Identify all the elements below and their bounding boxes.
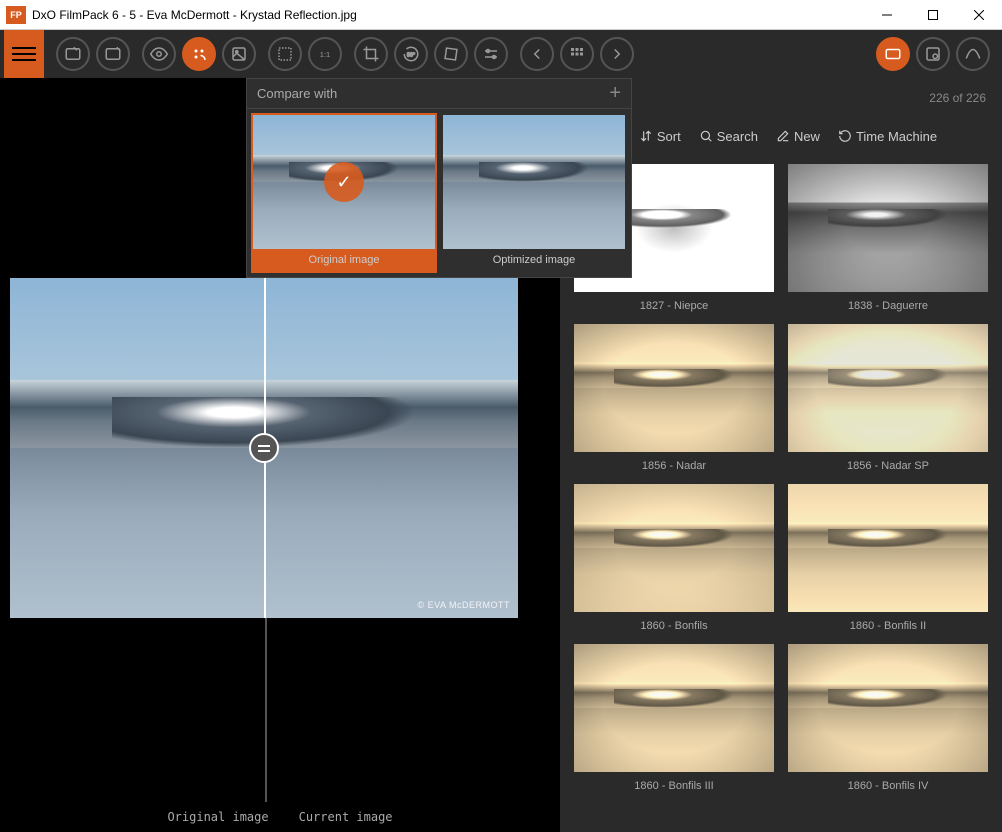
preset-label: 1860 - Bonfils <box>574 620 774 632</box>
window-title: DxO FilmPack 6 - 5 - Eva McDermott - Kry… <box>32 8 864 22</box>
presets-grid: 1827 - Niepce 1838 - Daguerre 1856 - Nadar… <box>574 164 988 792</box>
preview-toggle-button[interactable] <box>142 37 176 71</box>
preset-label: 1838 - Daguerre <box>788 300 988 312</box>
preset-item[interactable]: 1856 - Nadar <box>574 324 774 472</box>
maximize-button[interactable] <box>910 0 956 29</box>
check-icon: ✓ <box>324 162 364 202</box>
label-original: Original image <box>167 810 268 824</box>
image-viewer: Compare with + ✓Original imageOptimized … <box>0 78 560 832</box>
compare-item-label: Optimized image <box>443 249 625 271</box>
compare-image[interactable]: © EVA McDERMOTT <box>10 278 518 618</box>
app-icon: FP <box>6 6 26 24</box>
preset-item[interactable]: 1860 - Bonfils IV <box>788 644 988 792</box>
preset-label: 1856 - Nadar <box>574 460 774 472</box>
preset-label: 1827 - Niepce <box>574 300 774 312</box>
svg-text:1:1: 1:1 <box>320 50 330 59</box>
svg-text:90°: 90° <box>407 52 415 58</box>
histogram-button[interactable] <box>956 37 990 71</box>
add-compare-icon[interactable]: + <box>609 82 621 105</box>
preset-item[interactable]: 1856 - Nadar SP <box>788 324 988 472</box>
compare-handle[interactable] <box>249 433 279 463</box>
hamburger-menu[interactable] <box>4 30 44 78</box>
save-image-button[interactable] <box>96 37 130 71</box>
grid-view-button[interactable] <box>560 37 594 71</box>
single-view-button[interactable] <box>222 37 256 71</box>
preset-item[interactable]: 1860 - Bonfils <box>574 484 774 632</box>
close-button[interactable] <box>956 0 1002 29</box>
compare-header: Compare with + <box>247 79 631 109</box>
preset-item[interactable]: 1860 - Bonfils II <box>788 484 988 632</box>
controls-panel-button[interactable] <box>916 37 950 71</box>
watermark: © EVA McDERMOTT <box>418 600 510 610</box>
new-action[interactable]: New <box>776 129 820 144</box>
label-current: Current image <box>299 810 393 824</box>
preset-item[interactable]: 1860 - Bonfils III <box>574 644 774 792</box>
preset-label: 1856 - Nadar SP <box>788 460 988 472</box>
titlebar: FP DxO FilmPack 6 - 5 - Eva McDermott - … <box>0 0 1002 30</box>
preset-item[interactable]: 1838 - Daguerre <box>788 164 988 312</box>
presets-panel-button[interactable] <box>876 37 910 71</box>
preset-label: 1860 - Bonfils III <box>574 780 774 792</box>
rotate-90-button[interactable]: 90° <box>394 37 428 71</box>
compare-popup: Compare with + ✓ Original image Optimized … <box>246 78 632 278</box>
preset-label: 1860 - Bonfils II <box>788 620 988 632</box>
compare-item-label: Original image <box>253 249 435 271</box>
search-action[interactable]: Search <box>699 129 758 144</box>
compare-mode-button[interactable] <box>182 37 216 71</box>
zoom-11-button[interactable]: 1:1 <box>308 37 342 71</box>
straighten-button[interactable] <box>434 37 468 71</box>
open-image-button[interactable] <box>56 37 90 71</box>
next-button[interactable] <box>600 37 634 71</box>
fit-screen-button[interactable] <box>268 37 302 71</box>
prev-button[interactable] <box>520 37 554 71</box>
compare-item-0[interactable]: ✓ Original image <box>251 113 437 273</box>
compare-title: Compare with <box>257 86 337 101</box>
preset-label: 1860 - Bonfils IV <box>788 780 988 792</box>
compare-item-1[interactable]: Optimized image <box>441 113 627 273</box>
crop-button[interactable] <box>354 37 388 71</box>
sort-action[interactable]: Sort <box>639 129 681 144</box>
minimize-button[interactable] <box>864 0 910 29</box>
levels-button[interactable] <box>474 37 508 71</box>
toolbar: 1:1 90° <box>0 30 1002 78</box>
time-machine-action[interactable]: Time Machine <box>838 129 937 144</box>
